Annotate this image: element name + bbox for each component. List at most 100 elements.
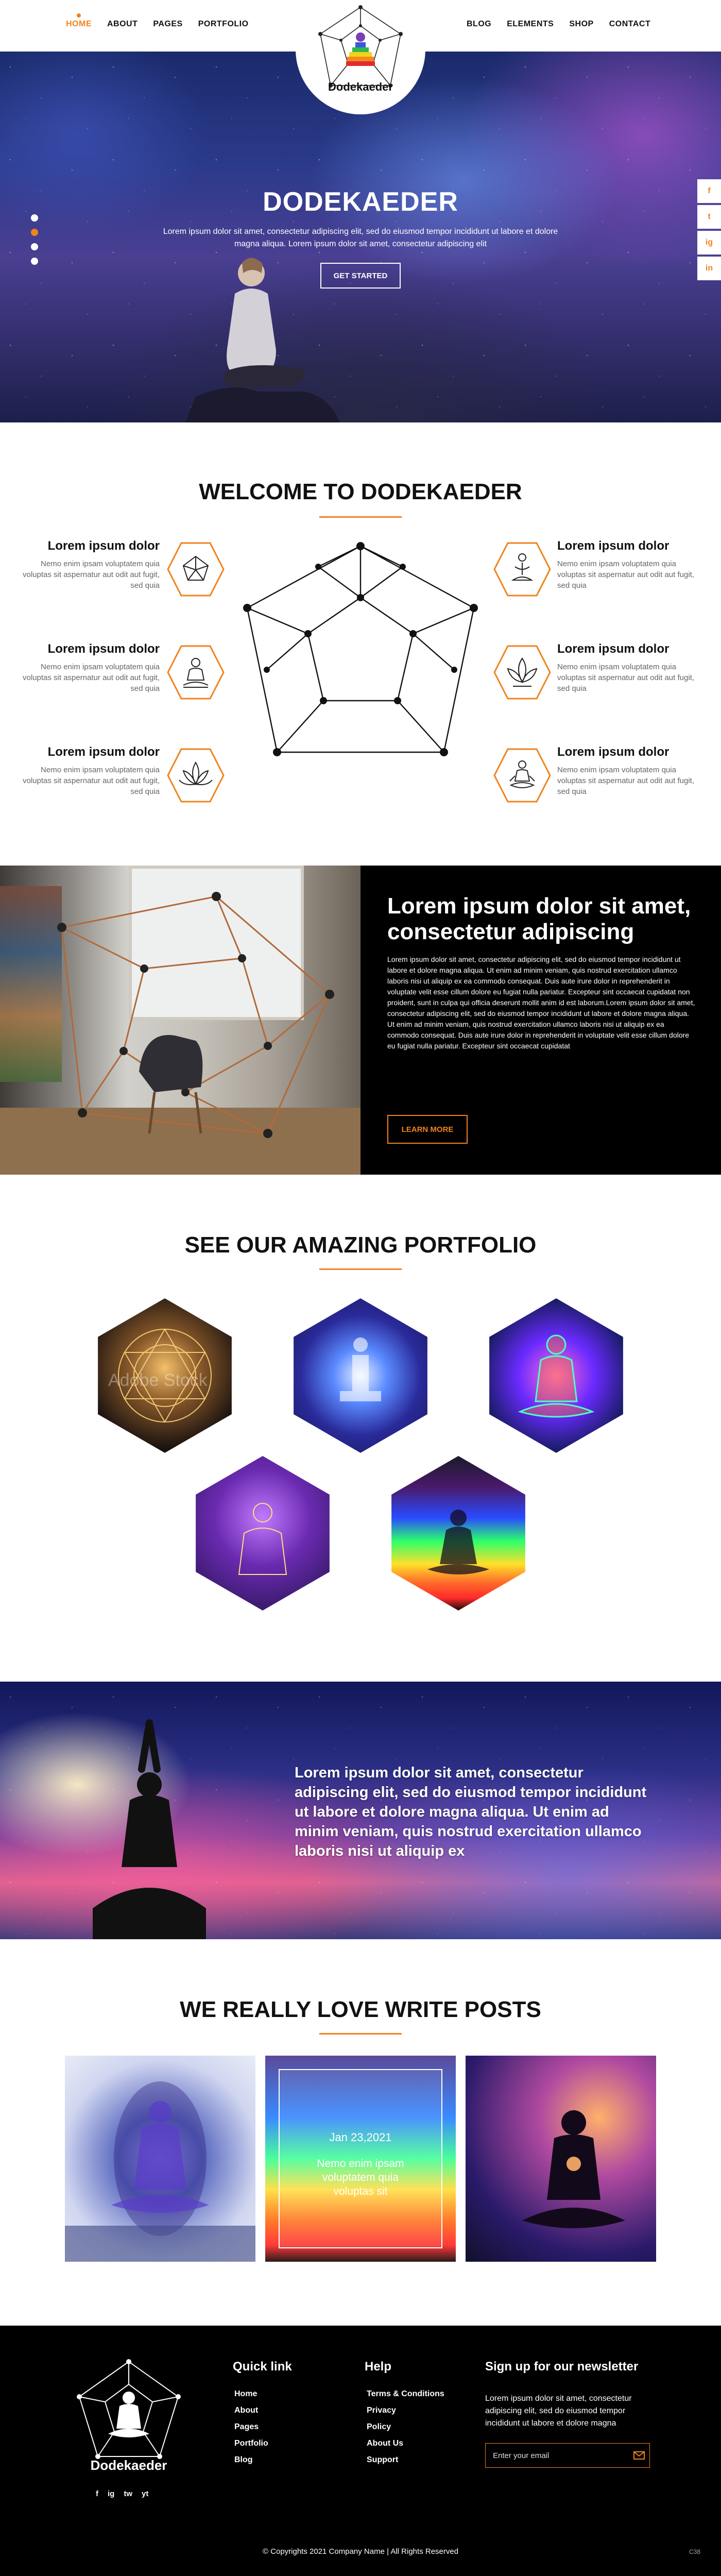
footer-link-terms[interactable]: Terms & Conditions: [367, 2389, 444, 2399]
help-links: Terms & Conditions Privacy Policy About …: [367, 2389, 444, 2465]
portfolio-item-sacred-geometry[interactable]: Adobe Stock: [98, 1298, 232, 1453]
corner-badge: C38: [689, 2548, 700, 2555]
slider-dot-1[interactable]: [31, 214, 38, 222]
footer-link-policy[interactable]: Policy: [367, 2422, 444, 2432]
feature-title: Lorem ipsum dolor: [557, 745, 670, 759]
facebook-icon[interactable]: f: [697, 179, 721, 203]
neon-meditation-image: [518, 1334, 595, 1418]
portfolio-item-rainbow-aura[interactable]: [196, 1456, 330, 1611]
portfolio-item-chakra-light[interactable]: [391, 1456, 525, 1611]
portfolio-title-underline: [319, 1268, 402, 1270]
posts-title-underline: [319, 2033, 402, 2035]
nav-pages[interactable]: PAGES: [153, 20, 182, 29]
nav-about[interactable]: ABOUT: [107, 20, 138, 29]
site-footer: Dodekaeder f ig tw yt Quick link Home Ab…: [0, 2326, 721, 2576]
footer-link-support[interactable]: Support: [367, 2455, 444, 2465]
lotus-icon: [167, 748, 225, 803]
footer-link-about-us[interactable]: About Us: [367, 2439, 444, 2448]
help-title: Help: [365, 2360, 392, 2374]
post-card-3[interactable]: [466, 2056, 656, 2262]
watermark: Adobe Stock: [108, 1370, 208, 1390]
email-input[interactable]: [486, 2444, 629, 2467]
feature-title: Lorem ipsum dolor: [557, 642, 670, 656]
post-image-3: [522, 2110, 625, 2228]
footer-link-portfolio[interactable]: Portfolio: [234, 2439, 268, 2448]
lotus-flower-icon: [493, 645, 551, 700]
footer-link-blog[interactable]: Blog: [234, 2455, 268, 2465]
post-card-featured[interactable]: Jan 23,2021 Nemo enim ipsam voluptatem q…: [265, 2056, 456, 2262]
feature-item-4: Lorem ipsum dolor Nemo enim ipsam volupt…: [557, 539, 696, 591]
nav-home[interactable]: HOME: [66, 13, 92, 29]
facebook-icon[interactable]: f: [96, 2489, 98, 2498]
dodecahedron-icon: [167, 542, 225, 597]
portfolio-item-neon-meditation[interactable]: [489, 1298, 623, 1453]
footer-link-home[interactable]: Home: [234, 2389, 268, 2399]
post-excerpt: Nemo enim ipsam voluptatem quia voluptas…: [317, 2158, 404, 2197]
twitter-icon[interactable]: tw: [124, 2489, 132, 2498]
about-section: Lorem ipsum dolor sit amet, consectetur …: [0, 866, 721, 1175]
feature-item-6: Lorem ipsum dolor Nemo enim ipsam volupt…: [557, 745, 696, 797]
rainbow-aura-image: [238, 1503, 287, 1575]
youtube-icon[interactable]: yt: [142, 2489, 148, 2498]
slider-dot-4[interactable]: [31, 258, 38, 265]
feature-text: Nemo enim ipsam voluptatem quia voluptas…: [23, 766, 160, 796]
newsletter-text: Lorem ipsum dolor sit amet, consectetur …: [485, 2394, 632, 2428]
feature-title: Lorem ipsum dolor: [47, 642, 160, 656]
slider-dot-2[interactable]: [31, 229, 38, 236]
twitter-icon[interactable]: t: [697, 205, 721, 229]
dodecahedron-illustration: [243, 542, 478, 756]
nav-elements[interactable]: ELEMENTS: [507, 20, 554, 29]
instagram-icon[interactable]: ig: [108, 2489, 114, 2498]
get-started-button[interactable]: GET STARTED: [320, 263, 401, 289]
copyright: © Copyrights 2021 Company Name | All Rig…: [262, 2547, 459, 2556]
welcome-title: WELCOME TO DODEKAEDER: [199, 479, 522, 504]
footer-link-privacy[interactable]: Privacy: [367, 2406, 444, 2415]
newsletter-title: Sign up for our newsletter: [485, 2360, 639, 2374]
portfolio-item-cosmic-figure[interactable]: [294, 1298, 427, 1453]
instagram-icon[interactable]: ig: [697, 231, 721, 255]
footer-logo-text: Dodekaeder: [90, 2458, 167, 2473]
nav-contact[interactable]: CONTACT: [609, 20, 651, 29]
nav-shop[interactable]: SHOP: [569, 20, 593, 29]
cosmic-figure-image: [340, 1337, 381, 1401]
footer-link-about[interactable]: About: [234, 2406, 268, 2415]
main-nav-right: BLOG ELEMENTS SHOP CONTACT: [467, 20, 650, 29]
side-social-bar: f t ig in: [697, 179, 721, 280]
post-image-1: [65, 2081, 255, 2262]
post-date: Jan 23,2021: [329, 2131, 392, 2144]
meditating-person-icon: [493, 748, 551, 803]
banner-text: Lorem ipsum dolor sit amet, consectetur …: [295, 1765, 647, 1859]
chakra-light-image: [427, 1510, 489, 1574]
logo-text: Dodekaeder: [328, 80, 393, 93]
dodecahedron-logo-icon: [77, 2359, 181, 2459]
feature-text: Nemo enim ipsam voluptatem quia voluptas…: [557, 560, 694, 590]
quick-link-title: Quick link: [233, 2360, 292, 2374]
feature-item-2: Lorem ipsum dolor Nemo enim ipsam volupt…: [21, 642, 160, 694]
portfolio-title: SEE OUR AMAZING PORTFOLIO: [184, 1232, 537, 1258]
buddha-icon: [167, 645, 225, 700]
meditation-hands-icon: [493, 542, 551, 597]
post-card-1[interactable]: [65, 2056, 255, 2262]
welcome-title-underline: [319, 516, 402, 518]
feature-text: Nemo enim ipsam voluptatem quia voluptas…: [23, 560, 160, 590]
main-nav-left: HOME ABOUT PAGES PORTFOLIO: [66, 13, 249, 29]
sacred-geometry-image: Adobe Stock: [108, 1328, 212, 1423]
slider-dot-3[interactable]: [31, 243, 38, 250]
posts-title: WE REALLY LOVE WRITE POSTS: [180, 1997, 541, 2022]
yoga-silhouette-image: [93, 1719, 206, 1939]
feature-text: Nemo enim ipsam voluptatem quia voluptas…: [557, 663, 694, 693]
nav-blog[interactable]: BLOG: [467, 20, 491, 29]
hero-title: DODEKAEDER: [263, 187, 458, 217]
mail-icon[interactable]: [629, 2445, 649, 2466]
hero-text: Lorem ipsum dolor sit amet, consectetur …: [163, 227, 558, 248]
learn-more-button[interactable]: LEARN MORE: [387, 1115, 468, 1144]
feature-text: Nemo enim ipsam voluptatem quia voluptas…: [557, 766, 694, 796]
nav-portfolio[interactable]: PORTFOLIO: [198, 20, 249, 29]
room-dodecahedron-image: [0, 866, 360, 1175]
feature-item-5: Lorem ipsum dolor Nemo enim ipsam volupt…: [557, 642, 696, 694]
about-title: Lorem ipsum dolor sit amet, consectetur …: [387, 893, 691, 944]
footer-logo[interactable]: Dodekaeder: [72, 2357, 185, 2480]
linkedin-icon[interactable]: in: [697, 257, 721, 280]
feature-text: Nemo enim ipsam voluptatem quia voluptas…: [23, 663, 160, 693]
footer-link-pages[interactable]: Pages: [234, 2422, 268, 2432]
